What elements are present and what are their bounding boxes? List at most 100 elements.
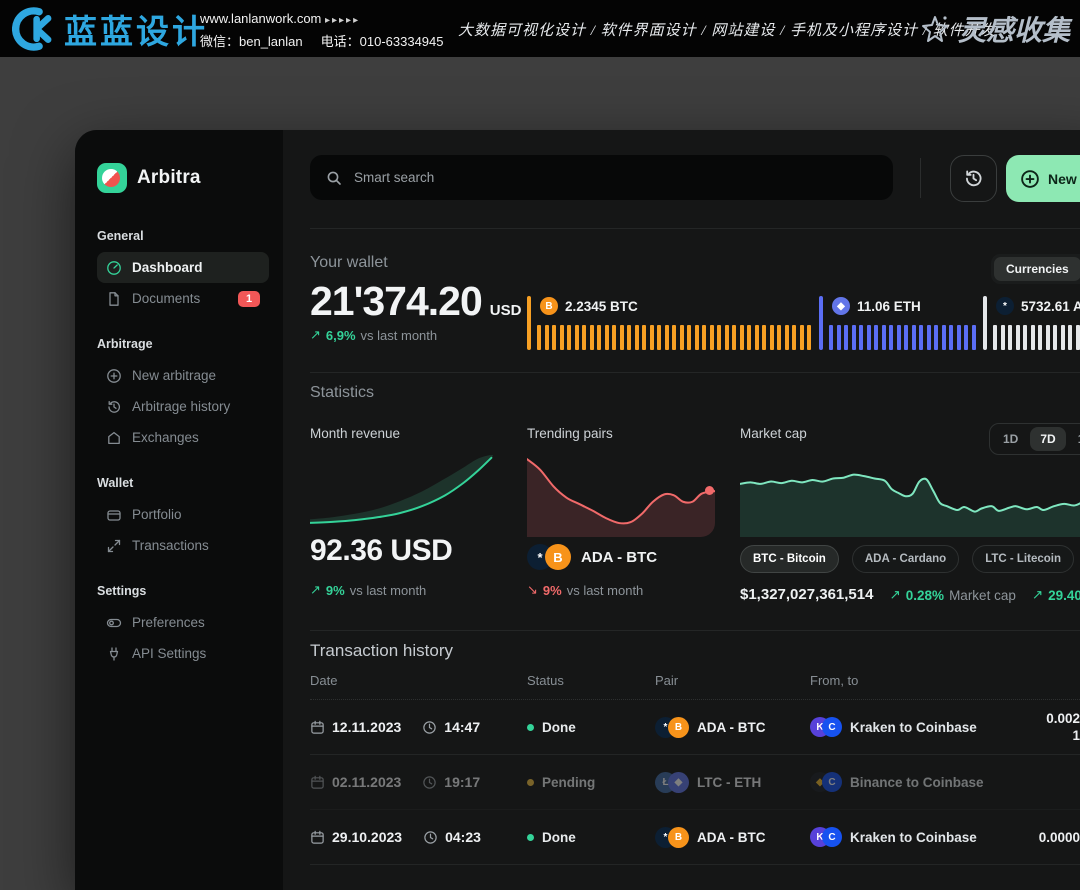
eth-balance: ◆11.06 ETH: [832, 297, 921, 315]
sidebar-item-label: Preferences: [132, 615, 205, 630]
search-input[interactable]: [352, 169, 877, 186]
trending-pair-change: ↘ 9% vs last month: [527, 582, 643, 598]
wallet-change: ↗ 6,9% vs last month: [310, 327, 437, 343]
bank-icon: [106, 430, 122, 446]
segment-divider-bar: [527, 296, 531, 350]
new-arbitrage-button[interactable]: New arbitrage: [1006, 155, 1080, 202]
up-arrow-icon: ↗: [310, 327, 321, 343]
lanlan-logo-icon: [12, 6, 58, 52]
sidebar-item-api-settings[interactable]: API Settings: [97, 638, 269, 669]
brand-name: 蓝蓝设计: [64, 5, 208, 53]
tx-date: 02.11.2023 19:17: [310, 755, 480, 809]
topbar-divider: [920, 158, 921, 198]
col-status: Status: [527, 673, 564, 688]
sidebar-item-preferences[interactable]: Preferences: [97, 607, 269, 638]
col-from-to: From, to: [810, 673, 858, 688]
statistics-title: Statistics: [310, 384, 374, 402]
btc-balance: B2.2345 BTC: [540, 297, 638, 315]
wallet-section-title: Your wallet: [310, 254, 388, 272]
inspiration-collect: 灵感收集: [919, 9, 1070, 49]
eth-coin-icon: ◆: [832, 297, 850, 315]
asset-pill-btc[interactable]: BTC - Bitcoin: [740, 545, 839, 573]
month-revenue-change: ↗ 9% vs last month: [310, 582, 426, 598]
separator: [310, 228, 1080, 229]
eth-holding: ◆11.06 ETH: [819, 296, 983, 350]
range-1m[interactable]: 1M: [1068, 427, 1080, 451]
range-7d[interactable]: 7D: [1030, 427, 1065, 451]
sidebar-item-dashboard[interactable]: Dashboard: [97, 252, 269, 283]
wallet-balance: 21'374.20 USD: [310, 278, 521, 325]
tx-amount: 0.0000: [1005, 810, 1080, 864]
asset-pill-ltc[interactable]: LTC - Litecoin: [972, 545, 1074, 573]
sidebar-item-new-arbitrage[interactable]: New arbitrage: [97, 360, 269, 391]
month-revenue-chart: [310, 455, 497, 525]
tx-pair: *BADA - BTC: [655, 810, 766, 864]
segment-divider-bar: [819, 296, 823, 350]
eth-coin-icon: ◆: [668, 772, 689, 793]
sidebar-item-label: Dashboard: [132, 260, 203, 275]
sidebar: Arbitra General Dashboard Documents 1Arb…: [75, 130, 283, 890]
status-dot: [527, 834, 534, 841]
tx-route: ◆CBinance to Coinbase: [810, 755, 984, 809]
arbitra-logo-icon: [97, 163, 127, 193]
wallet-view-toggle: Currencies Exchanges: [991, 254, 1080, 284]
segment-divider-bar: [983, 296, 987, 350]
toggle-icon: [106, 615, 122, 631]
ada-coin-icon: *: [996, 297, 1014, 315]
transaction-row[interactable]: 29.10.2023 04:23 Done *BADA - BTC KCKrak…: [310, 810, 1080, 865]
market-cap-stats: $1,327,027,361,514 ↗ 0.28% Market cap ↗ …: [740, 586, 1080, 603]
coinbase-coin-icon: C: [822, 827, 842, 847]
arbitra-app-window: Arbitra General Dashboard Documents 1Arb…: [75, 130, 1080, 890]
sidebar-item-exchanges[interactable]: Exchanges: [97, 422, 269, 453]
transaction-row[interactable]: 02.11.2023 19:17 Pending Ł◆LTC - ETH ◆CB…: [310, 755, 1080, 810]
dashboard-icon: [106, 260, 122, 276]
new-arbitrage-label: New arbitrage: [1048, 171, 1080, 187]
banner-phone: 电话：010-63334945: [321, 34, 444, 49]
banner-wechat: 微信：ben_lanlan: [200, 34, 303, 49]
search-icon: [326, 170, 342, 186]
sidebar-item-label: Transactions: [132, 538, 209, 553]
wallet-icon: [106, 507, 122, 523]
banner-url[interactable]: www.lanlanwork.com: [200, 11, 321, 26]
holding-value: 2.2345 BTC: [565, 299, 638, 314]
asset-pill-ada[interactable]: ADA - Cardano: [852, 545, 959, 573]
search-bar[interactable]: [310, 155, 893, 200]
tx-status: Pending: [527, 755, 595, 809]
calendar-icon: [310, 830, 325, 845]
banner-arrows: ▸▸▸▸▸: [325, 15, 360, 26]
trending-pair: *B ADA - BTC: [527, 544, 657, 570]
market-cap-range-toggle: 1D7D1M: [989, 423, 1080, 455]
banner-contact: www.lanlanwork.com ▸▸▸▸▸ 微信：ben_lanlan 电话…: [200, 8, 461, 52]
sidebar-item-arbitrage-history[interactable]: Arbitrage history: [97, 391, 269, 422]
main-content: New arbitrage Your wallet Currencies Exc…: [283, 130, 1080, 890]
separator: [310, 372, 1080, 373]
star-icon: [919, 13, 951, 45]
plug-icon: [106, 646, 122, 662]
toggle-currencies[interactable]: Currencies: [994, 257, 1080, 281]
collect-label: 灵感收集: [958, 9, 1070, 49]
history-button[interactable]: [950, 155, 997, 202]
section-label: Arbitrage: [97, 337, 269, 351]
market-cap-label: Market cap: [740, 426, 807, 441]
ada-holding: *5732.61 ADA: [983, 296, 1080, 350]
up-arrow-icon: ↗: [1032, 587, 1043, 603]
btc-bars: [537, 325, 815, 350]
status-dot: [527, 724, 534, 731]
transaction-table-header: Date Status Pair From, to: [310, 673, 1080, 700]
btc-coin-icon: B: [668, 717, 689, 738]
ada-bars: [993, 325, 1080, 350]
status-dot: [527, 779, 534, 786]
calendar-icon: [310, 720, 325, 735]
sidebar-item-transactions[interactable]: Transactions: [97, 530, 269, 561]
month-revenue-label: Month revenue: [310, 426, 400, 441]
sidebar-item-documents[interactable]: Documents 1: [97, 283, 269, 314]
promo-banner: 蓝蓝设计 www.lanlanwork.com ▸▸▸▸▸ 微信：ben_lan…: [0, 0, 1080, 57]
plus-circle-icon: [1020, 169, 1040, 189]
transaction-row[interactable]: 12.11.2023 14:47 Done *BADA - BTC KCKrak…: [310, 700, 1080, 755]
banner-services: 大数据可视化设计 / 软件界面设计 / 网站建设 / 手机及小程序设计 / 软件…: [458, 19, 997, 40]
range-1d[interactable]: 1D: [993, 427, 1028, 451]
market-cap-asset-pills: BTC - Bitcoin ADA - Cardano LTC - Litecoin…: [740, 545, 1080, 573]
sidebar-item-label: Portfolio: [132, 507, 182, 522]
wallet-amount: 21'374.20: [310, 278, 482, 325]
sidebar-item-portfolio[interactable]: Portfolio: [97, 499, 269, 530]
